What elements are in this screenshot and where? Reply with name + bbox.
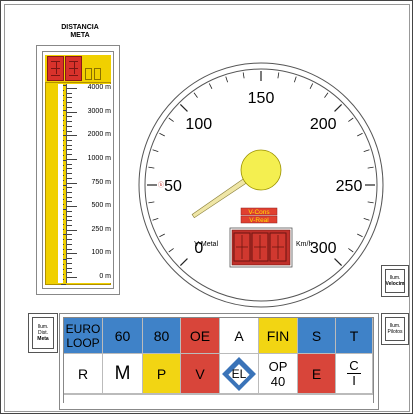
- fin-button[interactable]: FIN: [259, 318, 298, 354]
- distance-minor-tick: [67, 239, 72, 241]
- distance-scale-label: 1000 m: [87, 154, 111, 162]
- ilum-dist-meta-button[interactable]: Ilum. Dist. Meta: [28, 313, 58, 353]
- distance-scale-label: 3000 m: [87, 107, 111, 115]
- signal-panel-footer: [64, 394, 373, 403]
- speed-label: 150: [248, 90, 275, 107]
- m-button[interactable]: M: [103, 354, 143, 394]
- speed-60-button[interactable]: 60: [103, 318, 143, 354]
- distance-minor-tick: [67, 116, 72, 118]
- op40-line2: 40: [270, 373, 286, 389]
- distance-minor-tick: [67, 196, 72, 198]
- a-button[interactable]: A: [220, 318, 259, 354]
- distance-minor-tick: [67, 215, 72, 217]
- distance-meter-title: DISTANCIA META: [40, 24, 120, 40]
- distance-minor-tick: [67, 102, 72, 104]
- v-real-label: V-Real: [249, 217, 269, 224]
- ilum-dist-meta-line3: Meta: [37, 336, 49, 342]
- el-label: EL: [231, 366, 247, 381]
- distance-minor-tick: [67, 267, 72, 269]
- euroloop-line2: LOOP: [66, 335, 100, 350]
- euroloop-button[interactable]: EURO LOOP: [64, 318, 103, 354]
- s-button[interactable]: S: [298, 318, 336, 354]
- speed-80-button[interactable]: 80: [143, 318, 181, 354]
- distance-digit-2: [65, 56, 82, 81]
- el-button[interactable]: EL: [220, 354, 259, 394]
- op40-line1: OP: [268, 358, 288, 374]
- distance-minor-tick: [67, 144, 72, 146]
- ci-button[interactable]: CI: [336, 354, 373, 394]
- distance-minor-tick: [67, 139, 72, 141]
- v-button[interactable]: V: [181, 354, 220, 394]
- distance-small-digit-2: [94, 68, 101, 80]
- needle-hub: [240, 149, 282, 191]
- distance-scale: 4000 m 3000 m 2000 m 1000 m 750 m 500 m 250 m 1…: [66, 84, 112, 283]
- signal-panel: EURO LOOP 60 80 OE A FIN S T R M P V EL O…: [63, 317, 374, 403]
- ilum-velocim-line2: Velocim: [385, 281, 405, 287]
- distance-minor-tick: [67, 163, 72, 165]
- distance-minor-tick: [67, 149, 72, 151]
- speed-unit-label: Km/h: [296, 241, 312, 248]
- distance-minor-tick: [67, 262, 72, 264]
- distance-scale-label: 750 m: [91, 178, 111, 186]
- distance-scale-label: 100 m: [91, 249, 111, 257]
- distance-minor-tick: [67, 234, 72, 236]
- distance-minor-tick: [67, 220, 72, 222]
- distance-minor-tick: [67, 191, 72, 193]
- zero-marker-icon: ⓑ: [158, 181, 164, 189]
- distance-title-line2: META: [70, 32, 90, 39]
- distance-bar-tick: [61, 284, 66, 285]
- distance-digit-1: [47, 56, 64, 81]
- speed-label: 250: [336, 178, 363, 195]
- speed-label: 50: [164, 178, 182, 195]
- distance-scale-label: 250 m: [91, 225, 111, 233]
- t-button[interactable]: T: [336, 318, 373, 354]
- distance-minor-tick: [67, 187, 72, 189]
- ci-line1: C: [349, 358, 359, 373]
- op40-button[interactable]: OP 40: [259, 354, 298, 394]
- speed-label: 200: [310, 116, 337, 133]
- ci-line2: I: [347, 373, 361, 388]
- speedometer: 050100150200250300 ⓑ V-Cons V-Real V-Met…: [138, 62, 384, 308]
- distance-minor-tick: [67, 168, 72, 170]
- v-cons-label: V-Cons: [248, 209, 270, 216]
- distance-scale-label: 2000 m: [87, 131, 111, 139]
- p-button[interactable]: P: [143, 354, 181, 394]
- distance-minor-tick: [67, 243, 72, 245]
- distance-small-digit-1: [85, 68, 92, 80]
- oe-button[interactable]: OE: [181, 318, 220, 354]
- distance-scale-label: 4000 m: [87, 84, 111, 91]
- distance-scale-label: 500 m: [91, 202, 111, 210]
- speed-label: 100: [185, 116, 212, 133]
- distance-minor-tick: [67, 121, 72, 123]
- ilum-pilotos-line2: Pilotos: [387, 329, 403, 335]
- v-metal-label: V-Metal: [194, 241, 218, 248]
- distance-digit-display: [45, 55, 111, 82]
- distance-minor-tick: [67, 258, 72, 260]
- distance-title-line1: DISTANCIA: [61, 24, 99, 31]
- distance-minor-tick: [67, 125, 72, 127]
- speed-label: 300: [310, 240, 337, 257]
- distance-minor-tick: [67, 210, 72, 212]
- distance-bar-gap: [58, 84, 63, 283]
- distance-minor-tick: [67, 97, 72, 99]
- distance-minor-tick: [67, 173, 72, 175]
- v-metal-digits: [233, 232, 287, 262]
- ilum-pilotos-button[interactable]: Ilum. Pilotos: [381, 313, 409, 345]
- distance-minor-tick: [67, 92, 72, 94]
- e-button[interactable]: E: [298, 354, 336, 394]
- euroloop-line1: EURO: [65, 321, 101, 336]
- r-button[interactable]: R: [64, 354, 103, 394]
- ilum-velocim-button[interactable]: Ilum. Velocim: [381, 265, 409, 297]
- distance-scale-label: 0 m: [99, 273, 111, 280]
